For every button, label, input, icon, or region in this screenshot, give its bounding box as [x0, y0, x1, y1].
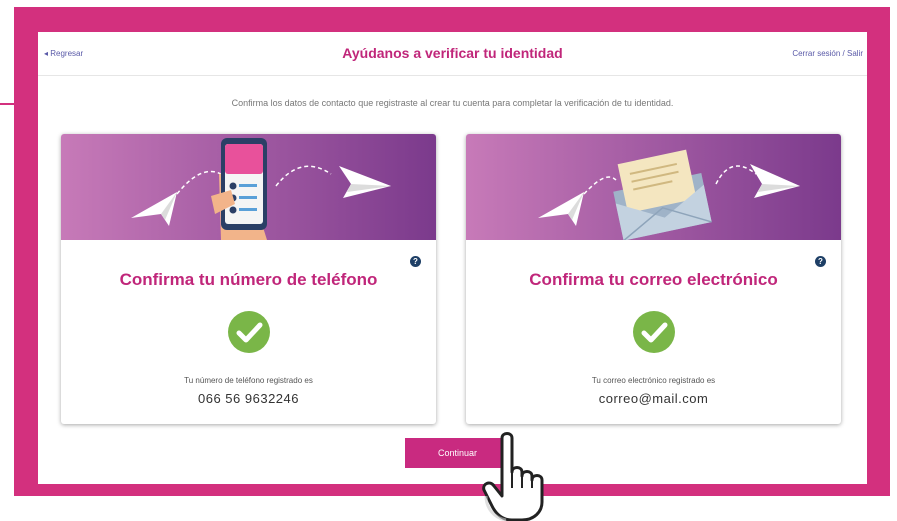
phone-verification-card[interactable]: ? Confirma tu número de teléfono Tu núme…: [61, 134, 436, 424]
instruction-text: Confirma los datos de contacto que regis…: [231, 98, 674, 108]
check-circle-icon: [228, 311, 270, 353]
help-icon[interactable]: ?: [815, 256, 826, 267]
phone-number-value: 066 56 9632246: [198, 391, 299, 406]
logout-link[interactable]: Cerrar sesión / Salir: [792, 49, 863, 58]
phone-label: Tu número de teléfono registrado es: [184, 376, 313, 385]
page-title: Ayúdanos a verificar tu identidad: [342, 45, 563, 61]
stage: ◂ Regresar Ayúdanos a verificar tu ident…: [0, 0, 897, 521]
hand-pointer-icon: [482, 432, 544, 521]
decorative-line: [0, 103, 15, 105]
top-bar: ◂ Regresar Ayúdanos a verificar tu ident…: [38, 32, 867, 76]
email-value: correo@mail.com: [598, 391, 709, 406]
app-screen: ◂ Regresar Ayúdanos a verificar tu ident…: [38, 32, 867, 484]
check-circle-icon: [633, 311, 675, 353]
email-verification-card[interactable]: ? Confirma tu correo electrónico Tu corr…: [466, 134, 841, 424]
email-banner: [466, 134, 841, 240]
phone-banner: [61, 134, 436, 240]
email-card-title: Confirma tu correo electrónico: [529, 270, 778, 289]
email-label: Tu correo electrónico registrado es: [591, 376, 716, 385]
help-icon[interactable]: ?: [410, 256, 421, 267]
phone-card-title: Confirma tu número de teléfono: [119, 270, 378, 289]
